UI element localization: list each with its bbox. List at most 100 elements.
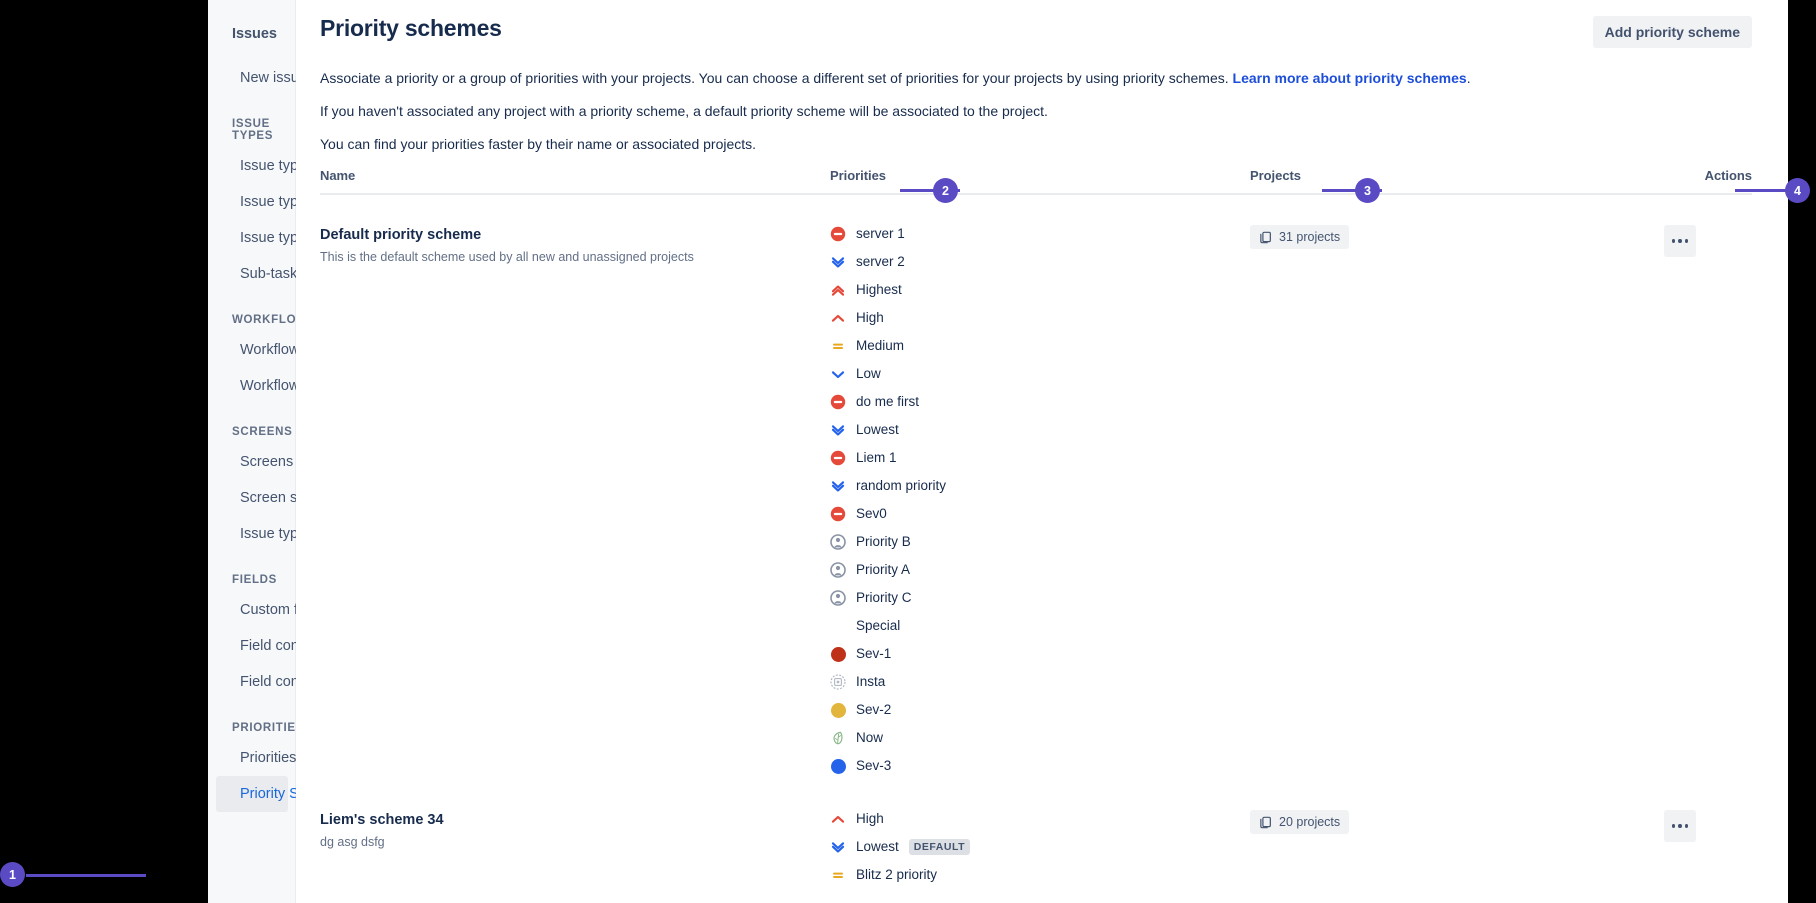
more-actions-button[interactable]	[1664, 225, 1696, 257]
sidebar-section-fields: FIELDS	[232, 574, 278, 586]
lowest-icon	[830, 839, 846, 855]
sidebar-item-sub-tasks[interactable]: Sub-tasks	[216, 256, 304, 292]
sidebar-item-priorities[interactable]: Priorities	[216, 740, 296, 776]
priority-item: Highest	[830, 276, 1250, 304]
sidebar-section-workflows: WORKFLOWS	[232, 314, 317, 326]
person-icon	[830, 590, 846, 606]
priority-label: server 1	[856, 226, 905, 241]
none-icon	[830, 618, 846, 634]
sidebar-section-screens: SCREENS	[232, 426, 293, 438]
priority-item: server 2	[830, 248, 1250, 276]
priority-schemes-table: Name Priorities Projects Actions Default…	[320, 168, 1788, 889]
table-row: Default priority scheme This is the defau…	[320, 195, 1752, 780]
priority-item: Liem 1	[830, 444, 1250, 472]
sidebar-item-field-configuration-schemes[interactable]: Field configuration schemes	[216, 664, 421, 700]
intro-line1-after: .	[1466, 70, 1471, 86]
priority-item: do me first	[830, 388, 1250, 416]
pages-icon	[1260, 816, 1271, 828]
more-dot-icon	[1671, 239, 1676, 243]
priority-label: Highest	[856, 282, 902, 297]
more-dot-icon	[1684, 239, 1689, 243]
lowest-icon	[830, 422, 846, 438]
scheme-description: dg asg dsfg	[320, 835, 385, 849]
add-priority-scheme-button[interactable]: Add priority scheme	[1592, 16, 1752, 48]
priority-item: High	[830, 304, 1250, 332]
sidebar-item-screen-schemes[interactable]: Screen schemes	[216, 480, 348, 516]
priority-label: Blitz 2 priority	[856, 867, 938, 882]
priority-label: High	[856, 310, 884, 325]
priority-item: Lowest	[830, 416, 1250, 444]
blocker-icon	[830, 506, 846, 522]
settings-sidebar: Issues New issue search transition ISSUE …	[208, 0, 421, 903]
priority-item: Sev-2	[830, 696, 1250, 724]
sidebar-item-new-issue-search-transition[interactable]: New issue search transition	[216, 60, 417, 96]
more-dot-icon	[1684, 824, 1689, 828]
scheme-name[interactable]: Liem's scheme 34	[320, 810, 830, 830]
column-header-actions: Actions	[1704, 168, 1752, 183]
priority-item: Low	[830, 360, 1250, 388]
projects-cell: 20 projects	[1250, 810, 1590, 834]
screen-root: Issues New issue search transition ISSUE …	[0, 0, 1816, 903]
sidebar-title: Issues	[232, 26, 277, 42]
highest-icon	[830, 282, 846, 298]
sidebar-item-priority-schemes[interactable]: Priority Schemes	[216, 776, 350, 812]
lowest-icon	[830, 478, 846, 494]
priority-item: High	[830, 805, 1250, 833]
app-window: Issues New issue search transition ISSUE …	[208, 0, 1788, 903]
priority-item: Priority B	[830, 528, 1250, 556]
more-actions-button[interactable]	[1664, 810, 1696, 842]
person-icon	[830, 562, 846, 578]
priority-item: Now	[830, 724, 1250, 752]
projects-cell: 31 projects	[1250, 225, 1590, 249]
priority-color-dot	[830, 646, 846, 662]
projects-count-label: 31 projects	[1279, 230, 1341, 244]
projects-count-badge[interactable]: 20 projects	[1250, 810, 1350, 834]
blocker-icon	[830, 450, 846, 466]
table-body: Default priority scheme This is the defau…	[320, 195, 1752, 889]
page-title: Priority schemes	[320, 15, 502, 41]
priority-color-dot	[830, 758, 846, 774]
scheme-description: This is the default scheme used by all n…	[320, 250, 694, 264]
priority-label: Sev-2	[856, 702, 892, 717]
sidebar-nav-list: Issues New issue search transition ISSUE …	[208, 0, 421, 812]
priority-item: Sev-3	[830, 752, 1250, 780]
priority-item: Priority C	[830, 584, 1250, 612]
priority-label: Sev0	[856, 506, 887, 521]
sidebar-item-issue-type-screen-schemes[interactable]: Issue type screen schemes	[216, 516, 416, 552]
more-dot-icon	[1678, 824, 1682, 828]
learn-more-link[interactable]: Learn more about priority schemes	[1233, 70, 1467, 86]
sidebar-section-issue-types: ISSUE TYPES	[232, 118, 274, 142]
sidebar-item-issue-type-schemes[interactable]: Issue type schemes	[216, 220, 368, 256]
sidebar-item-screens[interactable]: Screens	[216, 444, 293, 480]
projects-count-badge[interactable]: 31 projects	[1250, 225, 1350, 249]
sidebar-item-issue-type-hierarchy[interactable]: Issue type hierarchy	[216, 148, 370, 184]
priority-label: Insta	[856, 674, 886, 689]
priority-label: Liem 1	[856, 450, 897, 465]
intro-paragraph-1: Associate a priority or a group of prior…	[320, 68, 1748, 88]
column-header-name: Name	[320, 168, 356, 183]
broken-image-icon	[830, 674, 846, 690]
priority-item: random priority	[830, 472, 1250, 500]
main-content: Priority schemes Add priority scheme Ass…	[296, 0, 1788, 903]
person-icon	[830, 534, 846, 550]
sidebar-section-priorities: PRIORITIES	[232, 722, 305, 734]
priority-label: Now	[856, 730, 884, 745]
priority-item: Blitz 2 priority	[830, 861, 1250, 889]
priority-item: Sev0	[830, 500, 1250, 528]
scheme-name[interactable]: Default priority scheme	[320, 225, 830, 245]
sidebar-item-issue-types[interactable]: Issue types	[216, 184, 313, 220]
priority-label: Priority C	[856, 590, 912, 605]
sidebar-item-workflows[interactable]: Workflows	[216, 332, 307, 368]
sidebar-item-workflow-schemes[interactable]: Workflow schemes	[216, 368, 361, 404]
intro-line1-before: Associate a priority or a group of prior…	[320, 70, 1233, 86]
priority-label: Lowest	[856, 839, 899, 854]
high-icon	[830, 310, 846, 326]
priority-label: do me first	[856, 394, 920, 409]
sidebar-item-field-configurations[interactable]: Field configurations	[216, 628, 366, 664]
annotation-marker-4: 4	[1785, 178, 1810, 203]
sidebar-item-custom-fields[interactable]: Custom fields	[216, 592, 328, 628]
actions-cell	[1590, 225, 1752, 257]
high-icon	[830, 811, 846, 827]
content-container: Priority schemes Add priority scheme Ass…	[296, 0, 1788, 889]
annotation-marker-1: 1	[0, 862, 25, 887]
